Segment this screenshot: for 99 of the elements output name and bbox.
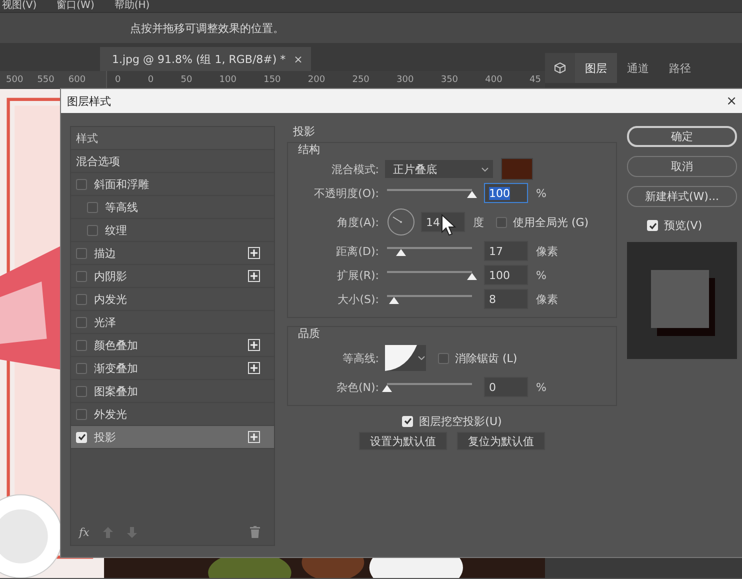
field-label: 扩展(R):: [336, 268, 380, 282]
group-title: 品质: [298, 327, 321, 341]
mouse-pointer-icon: [441, 214, 457, 236]
style-item[interactable]: 内阴影: [71, 265, 274, 288]
checkbox[interactable]: [76, 316, 87, 328]
ruler-label: 500: [6, 75, 24, 85]
plus-icon[interactable]: [248, 431, 260, 443]
number-field[interactable]: 100: [484, 183, 528, 203]
dialog-button[interactable]: 取消: [627, 156, 737, 177]
unit-label: %: [536, 380, 546, 394]
field-label: 等高线:: [341, 350, 380, 366]
menu-item[interactable]: 帮助(H): [114, 0, 150, 12]
checkbox[interactable]: [76, 248, 87, 258]
unit-label: %: [536, 268, 546, 282]
close-button[interactable]: ×: [726, 94, 737, 108]
chevron-icon: [481, 166, 489, 172]
field-label: 角度(A):: [336, 214, 380, 230]
style-item[interactable]: 等高线: [71, 196, 274, 219]
ruler-label: 600: [68, 75, 86, 85]
unit-label: 像素: [536, 292, 558, 306]
number-field[interactable]: 17: [484, 241, 528, 261]
checkbox-label: 消除锯齿 (L): [455, 350, 518, 366]
checkbox[interactable]: [76, 408, 87, 420]
plus-icon[interactable]: [248, 270, 260, 282]
field-label: 混合模式:: [330, 162, 380, 176]
checkbox-label: 预览(V): [664, 218, 702, 233]
document-tab[interactable]: 1.jpg @ 91.8% (组 1, RGB/8#) * ×: [100, 47, 311, 71]
checkbox[interactable]: [76, 270, 87, 282]
field-label: 距离(D):: [335, 244, 380, 258]
checkbox[interactable]: [87, 224, 98, 236]
ruler-label: 400: [485, 75, 502, 85]
style-item[interactable]: 颜色叠加: [71, 334, 274, 357]
panel-tab[interactable]: 图层: [575, 53, 617, 83]
default-button[interactable]: 复位为默认值: [457, 432, 545, 450]
field-label: 杂色(N):: [335, 380, 380, 394]
field-label: 不透明度(O):: [313, 186, 380, 200]
checkbox[interactable]: [76, 362, 87, 374]
ruler-label: 250: [352, 75, 370, 85]
checkbox[interactable]: [76, 294, 87, 304]
dialog-title: 图层样式: [67, 94, 111, 108]
color-swatch[interactable]: [501, 158, 533, 180]
menu-item[interactable]: 视图(V): [2, 0, 37, 12]
number-field[interactable]: 0: [484, 377, 528, 397]
fx-button[interactable]: fx: [79, 526, 90, 538]
checkbox[interactable]: [76, 386, 87, 396]
unit-label: 像素: [536, 244, 558, 258]
checkbox[interactable]: [438, 352, 449, 364]
field-label: 大小(S):: [336, 292, 380, 306]
default-button[interactable]: 设置为默认值: [359, 432, 447, 450]
close-button[interactable]: ×: [294, 52, 303, 66]
section-title: 投影: [293, 126, 316, 138]
slider-thumb[interactable]: [467, 273, 477, 280]
style-item[interactable]: 图案叠加: [71, 380, 274, 403]
document-title: 1.jpg @ 91.8% (组 1, RGB/8#) *: [112, 52, 286, 66]
group-title: 结构: [298, 143, 321, 157]
unit-label: %: [536, 186, 546, 200]
number-field[interactable]: 8: [484, 289, 528, 309]
trash-icon[interactable]: [250, 526, 260, 538]
style-item[interactable]: 投影: [71, 426, 274, 449]
checkbox-label: 使用全局光 (G): [513, 214, 589, 230]
number-field[interactable]: 100: [484, 265, 528, 285]
ruler-label: 550: [37, 75, 54, 85]
style-item[interactable]: 斜面和浮雕: [71, 173, 274, 196]
cube-icon[interactable]: [554, 62, 566, 74]
ruler-label: 200: [308, 75, 326, 85]
style-item[interactable]: 描边: [71, 242, 274, 265]
checkbox-label: 图层挖空投影(U): [419, 414, 502, 428]
ruler-label: 0: [115, 75, 121, 85]
style-item[interactable]: 混合选项: [71, 150, 274, 173]
dialog-button[interactable]: 确定: [627, 126, 737, 147]
style-item[interactable]: 样式: [71, 127, 274, 150]
ruler-label: 0: [148, 75, 154, 85]
ruler-label: 100: [219, 75, 236, 85]
checkbox[interactable]: [76, 178, 87, 190]
ruler-label: 300: [396, 75, 414, 85]
unit-label: 度: [473, 214, 484, 230]
style-item[interactable]: 光泽: [71, 311, 274, 334]
plus-icon[interactable]: [248, 362, 260, 374]
ruler-label: 150: [264, 75, 281, 85]
style-item[interactable]: 渐变叠加: [71, 357, 274, 380]
angle-dial[interactable]: [387, 208, 415, 236]
contour-preview[interactable]: [385, 345, 417, 371]
ruler-label: 350: [440, 75, 458, 85]
hint-text: 点按并拖移可调整效果的位置。: [130, 20, 284, 36]
plus-icon[interactable]: [248, 247, 260, 259]
chevron-icon: [418, 356, 425, 360]
slider-thumb[interactable]: [467, 191, 477, 198]
ruler-label: 50: [180, 75, 192, 85]
checkbox[interactable]: [496, 216, 507, 228]
checkbox[interactable]: [76, 340, 87, 350]
slider-thumb[interactable]: [382, 385, 392, 392]
ruler-label: 45: [529, 75, 541, 85]
style-item[interactable]: 纹理: [71, 219, 274, 242]
checkbox[interactable]: [87, 202, 98, 212]
blend-mode-dropdown[interactable]: 正片叠底: [385, 160, 493, 178]
dialog-button[interactable]: 新建样式(W)...: [627, 186, 737, 207]
plus-icon[interactable]: [248, 339, 260, 351]
style-item[interactable]: 内发光: [71, 288, 274, 311]
dropdown-button[interactable]: [417, 345, 426, 371]
